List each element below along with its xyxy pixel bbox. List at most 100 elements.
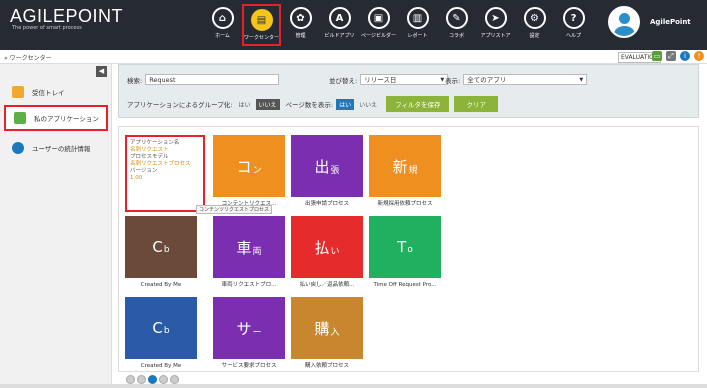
inbox-icon — [12, 86, 24, 98]
app-tile-initial-small: 張 — [330, 165, 340, 176]
pie-chart-icon — [12, 142, 24, 154]
page-dot[interactable] — [126, 375, 135, 384]
expand-icon[interactable]: ⤢ — [666, 51, 676, 61]
app-tile-icon: To — [369, 216, 441, 278]
reports-icon: ▥ — [406, 7, 429, 29]
sidebar-item-my-applications[interactable]: 私のアプリケーション — [4, 105, 108, 131]
app-store-icon: ➤ — [484, 7, 507, 29]
nav-item-build-apps[interactable]: A ビルドアプリ — [320, 4, 359, 46]
app-tile[interactable]: 車両車両リクエストプロ... — [213, 216, 285, 293]
page-dot[interactable] — [170, 375, 179, 384]
nav-item-manage[interactable]: ✿ 管理 — [281, 4, 320, 46]
sidebar-item-user-statistics[interactable]: ユーザーの統計情報 — [4, 135, 108, 161]
tile-tooltip: コンテンツリクエストプロセス — [196, 205, 273, 214]
nav-item-help[interactable]: ? ヘルプ — [554, 4, 593, 46]
app-tile-icon: 新規 — [369, 135, 441, 197]
sub-toolbar: » ワークセンター EVALUATION ▭ ⤢ i ! — [0, 50, 707, 64]
sort-row: 並び替え: リリース日 ▼ — [329, 74, 449, 85]
app-tile-caption: 購入依頼プロセス — [304, 363, 349, 369]
nav-item-app-store[interactable]: ➤ アプリストア — [476, 4, 515, 46]
nav-item-settings[interactable]: ⚙ 設定 — [515, 4, 554, 46]
avatar[interactable] — [608, 6, 640, 38]
app-tile-icon: 車両 — [213, 216, 285, 278]
group-no-toggle[interactable]: いいえ — [255, 98, 280, 110]
clear-button[interactable]: クリア — [454, 96, 498, 112]
nav-item-page-builder[interactable]: ▣ ページビルダー — [359, 4, 398, 46]
filter-panel: 検索: Request 並び替え: リリース日 ▼ 表示: 全てのアプリ ▼ ア… — [118, 64, 699, 118]
app-tile[interactable]: 購入購入依頼プロセス — [291, 297, 363, 374]
home-icon: ⌂ — [211, 7, 234, 29]
info-value-app-name: 名刺リクエスト — [130, 147, 169, 153]
sidebar-item-label: ユーザーの統計情報 — [32, 145, 91, 153]
page-dot[interactable] — [137, 375, 146, 384]
agilepoint-logo[interactable]: AGILEPOINT The power of smart process — [10, 6, 125, 40]
pages-yes-toggle[interactable]: はい — [336, 98, 355, 110]
app-tile-initial-small: 入 — [330, 327, 340, 338]
app-tile-icon: Cb — [125, 216, 197, 278]
nav-item-home[interactable]: ⌂ ホーム — [203, 4, 242, 46]
sidebar-item-inbox[interactable]: 受信トレイ — [4, 79, 108, 105]
app-tile-icon: 払い — [291, 216, 363, 278]
nav-item-work-center[interactable]: ▤ ワークセンター — [242, 4, 281, 46]
app-tile[interactable]: Cb Created By Me — [125, 297, 197, 374]
app-tile[interactable]: 払い払い戻し／返品依頼... — [291, 216, 363, 293]
nav-item-label: ホーム — [215, 33, 230, 39]
app-tile[interactable]: 出張出張申請プロセス — [291, 135, 363, 212]
monitor-icon[interactable]: ▭ — [652, 51, 662, 61]
page-dot-active[interactable] — [148, 375, 157, 384]
search-row: 検索: Request — [127, 74, 280, 85]
app-tile[interactable]: To Time Off Request Pro... — [369, 216, 441, 293]
app-tile[interactable]: サーサービス要求プロセス — [213, 297, 285, 374]
app-tile-caption: サービス要求プロセス — [221, 363, 277, 369]
sidebar-item-label: 私のアプリケーション — [34, 115, 99, 123]
app-tile-initial: 購 — [314, 319, 330, 338]
page-builder-icon: ▣ — [367, 7, 390, 29]
nav-item-reports[interactable]: ▥ レポート — [398, 4, 437, 46]
page-dot[interactable] — [159, 375, 168, 384]
app-tile-initial: T — [397, 238, 407, 256]
nav-item-collaboration[interactable]: ✎ コラボ — [437, 4, 476, 46]
main-nav: ⌂ ホーム ▤ ワークセンター ✿ 管理 A ビルドアプリ ▣ ページビルダー ▥ レポート ✎ コラボ ➤… — [203, 4, 593, 48]
app-tile[interactable]: 新規新規採用依頼プロセス — [369, 135, 441, 212]
show-label: 表示: — [445, 76, 461, 85]
app-tile-initial: 払 — [314, 238, 330, 257]
app-tile-caption: Created By Me — [140, 282, 182, 288]
app-tile[interactable]: Cb Created By Me — [125, 216, 197, 293]
options-row: アプリケーションによるグループ化: はい いいえ ページ数を表示: はい いいえ… — [127, 96, 503, 112]
sidebar-item-label: 受信トレイ — [32, 89, 65, 97]
collapse-sidebar-button[interactable]: ◀ — [96, 66, 107, 77]
app-info-card[interactable]: アプリケーション名 名刺リクエスト プロセスモデル 名刺リクエストプロセス バー… — [125, 135, 205, 212]
app-tile[interactable]: コンコンテントリクエス... — [213, 135, 285, 212]
app-tile-initial-small: b — [163, 326, 170, 336]
group-yes-toggle[interactable]: はい — [235, 99, 253, 110]
search-input[interactable]: Request — [145, 74, 280, 85]
app-tile-caption: 新規採用依頼プロセス — [377, 201, 433, 207]
app-tile-initial: 出 — [314, 157, 330, 176]
group-by-label: アプリケーションによるグループ化: — [127, 101, 233, 109]
collaboration-icon: ✎ — [445, 7, 468, 29]
pages-no-toggle[interactable]: いいえ — [356, 99, 380, 110]
info-key-process-model: プロセスモデル — [130, 154, 169, 160]
notification-icon[interactable]: ! — [694, 51, 704, 61]
app-tile-initial-small: 両 — [252, 246, 262, 257]
app-tile-initial: C — [152, 238, 163, 256]
breadcrumb[interactable]: » ワークセンター — [4, 53, 52, 62]
info-value-process-model: 名刺リクエストプロセス — [130, 161, 191, 167]
application-grid: 購入購入依頼プロセスサーサービス要求プロセス Cb Created By Me To T… — [118, 126, 699, 372]
app-tile-icon: 購入 — [291, 297, 363, 359]
nav-item-label: ヘルプ — [565, 33, 581, 39]
info-icon[interactable]: i — [680, 51, 690, 61]
user-name: AgilePoint — [650, 18, 691, 26]
save-filter-button[interactable]: フィルタを保存 — [386, 96, 450, 112]
nav-item-label: 設定 — [529, 33, 540, 39]
nav-item-label: ページビルダー — [361, 33, 396, 39]
app-tile-initial: C — [152, 319, 163, 337]
chevron-down-icon: ▼ — [579, 77, 584, 83]
show-select[interactable]: 全てのアプリ ▼ — [463, 74, 588, 85]
app-tile-caption: Created By Me — [140, 363, 182, 369]
sort-select[interactable]: リリース日 ▼ — [360, 74, 449, 85]
sort-label: 並び替え: — [329, 76, 358, 85]
pages-label: ページ数を表示: — [285, 101, 334, 109]
user-menu[interactable]: AgilePoint — [608, 6, 691, 38]
nav-item-label: コラボ — [448, 33, 464, 39]
